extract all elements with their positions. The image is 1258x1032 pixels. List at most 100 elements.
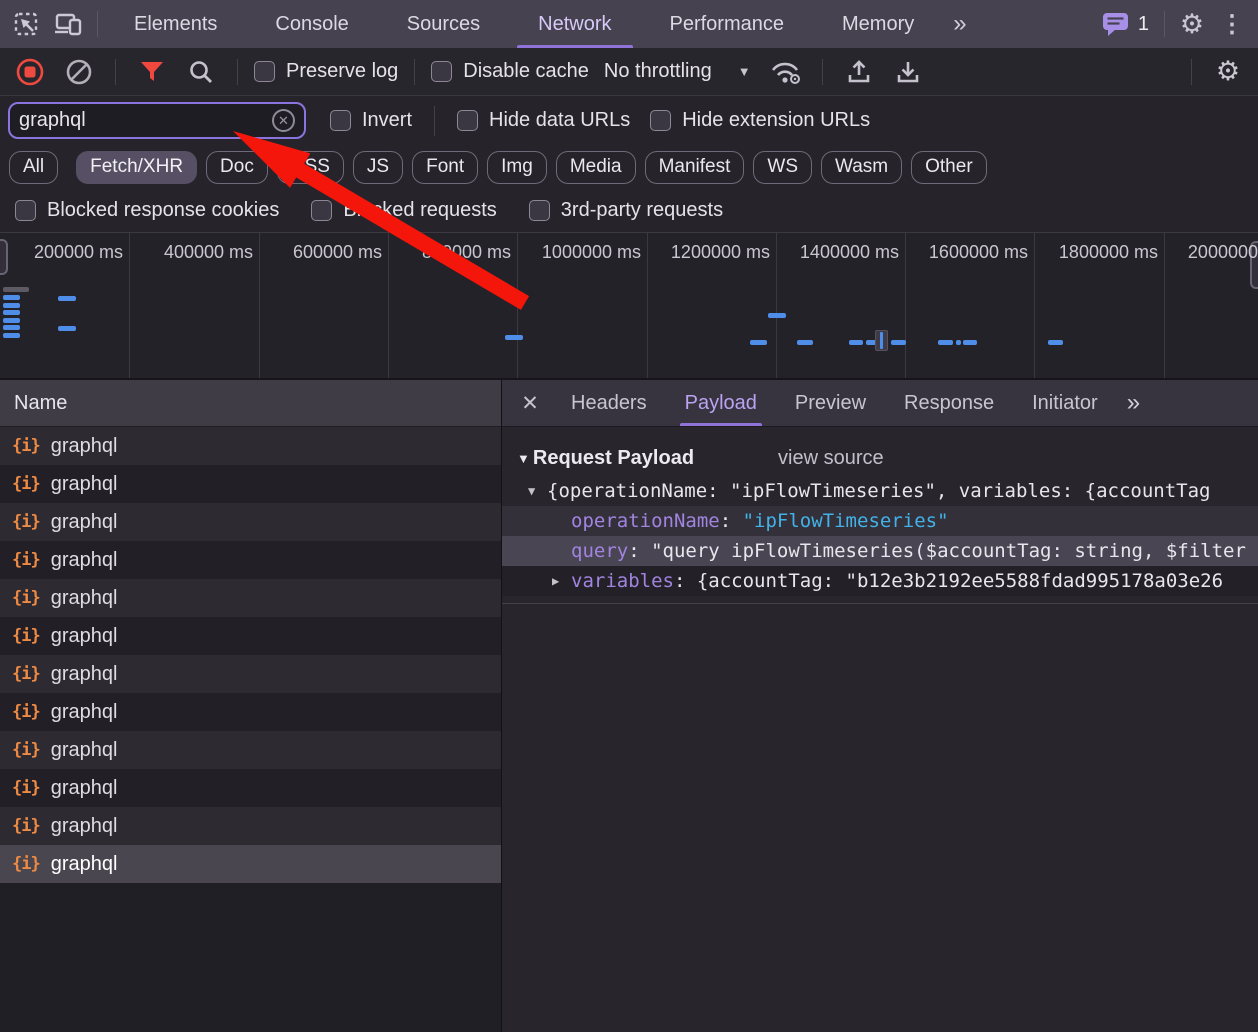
detail-tab-headers[interactable]: Headers <box>552 380 666 426</box>
request-payload-header[interactable]: ▼ Request Payload view source <box>502 440 1258 476</box>
filter-chip-media[interactable]: Media <box>556 151 636 184</box>
filter-chip-manifest[interactable]: Manifest <box>645 151 745 184</box>
tab-sources[interactable]: Sources <box>378 0 509 48</box>
checkbox[interactable] <box>457 110 478 131</box>
network-conditions-icon[interactable] <box>766 52 806 92</box>
view-source-link[interactable]: view source <box>778 447 884 470</box>
filter-funnel-icon[interactable] <box>132 52 172 92</box>
flag-label-blocked-requests: Blocked requests <box>343 199 496 222</box>
request-row[interactable]: {i}graphql <box>0 769 501 807</box>
filter-chip-all[interactable]: All <box>9 151 58 184</box>
request-name: graphql <box>51 701 118 724</box>
detail-tabs: ✕ HeadersPayloadPreviewResponseInitiator… <box>502 380 1258 427</box>
checkbox[interactable] <box>311 200 332 221</box>
payload-line[interactable]: ▶variables: {accountTag: "b12e3b2192ee55… <box>502 566 1258 596</box>
filter-chip-doc[interactable]: Doc <box>206 151 268 184</box>
request-row[interactable]: {i}graphql <box>0 731 501 769</box>
flag-third-party[interactable]: 3rd-party requests <box>529 199 723 222</box>
checkbox[interactable] <box>254 61 275 82</box>
checkbox[interactable] <box>529 200 550 221</box>
throttling-dropdown[interactable]: No throttling ▼ <box>598 60 757 83</box>
name-column-header[interactable]: Name <box>0 380 501 427</box>
request-row[interactable]: {i}graphql <box>0 427 501 465</box>
search-icon[interactable] <box>181 52 221 92</box>
request-row[interactable]: {i}graphql <box>0 541 501 579</box>
tab-memory[interactable]: Memory <box>813 0 943 48</box>
flag-blocked-requests[interactable]: Blocked requests <box>311 199 496 222</box>
detail-tab-preview[interactable]: Preview <box>776 380 885 426</box>
tab-network[interactable]: Network <box>509 0 640 48</box>
tab-console[interactable]: Console <box>246 0 377 48</box>
request-details-panel: ✕ HeadersPayloadPreviewResponseInitiator… <box>502 380 1258 1032</box>
filter-chip-js[interactable]: JS <box>353 151 403 184</box>
checkbox[interactable] <box>650 110 671 131</box>
preserve-log-checkbox[interactable]: Preserve log <box>254 60 398 83</box>
filter-chip-img[interactable]: Img <box>487 151 547 184</box>
filter-chip-font[interactable]: Font <box>412 151 478 184</box>
hide-extension-urls-checkbox[interactable]: Hide extension URLs <box>650 109 870 132</box>
name-column-label: Name <box>14 392 67 415</box>
disable-cache-checkbox[interactable]: Disable cache <box>431 60 589 83</box>
tab-performance[interactable]: Performance <box>641 0 814 48</box>
tree-triangle-icon[interactable]: ▼ <box>528 484 547 498</box>
payload-line[interactable]: query: "query ipFlowTimeseries($accountT… <box>502 536 1258 566</box>
request-row[interactable]: {i}graphql <box>0 465 501 503</box>
settings-gear-icon[interactable]: ⚙ <box>1172 4 1212 44</box>
filter-input[interactable] <box>19 109 272 132</box>
inspect-element-icon[interactable] <box>6 4 46 44</box>
request-name: graphql <box>51 853 118 876</box>
record-network-log-icon[interactable] <box>10 52 50 92</box>
fetch-xhr-icon: {i} <box>12 740 40 760</box>
checkbox[interactable] <box>330 110 351 131</box>
payload-token-plain: : <box>720 510 743 532</box>
divider <box>822 59 823 85</box>
invert-label: Invert <box>362 109 412 132</box>
kebab-menu-icon[interactable]: ⋮ <box>1212 4 1252 44</box>
timeline-request-bar <box>58 326 76 331</box>
invert-checkbox[interactable]: Invert <box>330 109 412 132</box>
throttling-value: No throttling <box>604 60 712 83</box>
close-details-icon[interactable]: ✕ <box>508 380 552 426</box>
payload-token-plain: {accountTag: "b12e3b2192ee5588fdad995178… <box>697 570 1223 592</box>
timeline-request-bar <box>1048 340 1063 345</box>
clear-network-log-icon[interactable] <box>59 52 99 92</box>
fetch-xhr-icon: {i} <box>12 550 40 570</box>
fetch-xhr-icon: {i} <box>12 664 40 684</box>
checkbox[interactable] <box>431 61 452 82</box>
hide-data-urls-checkbox[interactable]: Hide data URLs <box>457 109 630 132</box>
request-row[interactable]: {i}graphql <box>0 693 501 731</box>
export-har-icon[interactable] <box>888 52 928 92</box>
request-name: graphql <box>51 663 118 686</box>
filter-chip-other[interactable]: Other <box>911 151 987 184</box>
detail-tab-payload[interactable]: Payload <box>666 380 776 426</box>
filter-chip-ws[interactable]: WS <box>753 151 812 184</box>
request-row[interactable]: {i}graphql <box>0 617 501 655</box>
import-har-icon[interactable] <box>839 52 879 92</box>
clear-filter-icon[interactable]: ✕ <box>272 109 295 132</box>
filter-chip-wasm[interactable]: Wasm <box>821 151 902 184</box>
detail-tab-response[interactable]: Response <box>885 380 1013 426</box>
tab-elements[interactable]: Elements <box>105 0 246 48</box>
payload-line[interactable]: ▼{operationName: "ipFlowTimeseries", var… <box>502 476 1258 506</box>
more-detail-tabs-icon[interactable]: » <box>1117 380 1150 426</box>
request-row[interactable]: {i}graphql <box>0 807 501 845</box>
request-row[interactable]: {i} graphql <box>0 655 501 693</box>
flag-blocked-cookies[interactable]: Blocked response cookies <box>15 199 279 222</box>
network-overview-timeline[interactable]: 200000 ms400000 ms600000 ms800000 ms1000… <box>0 232 1258 380</box>
payload-token-plain: : <box>628 540 651 562</box>
checkbox[interactable] <box>15 200 36 221</box>
fetch-xhr-icon: {i} <box>12 474 40 494</box>
request-row[interactable]: {i}graphql <box>0 503 501 541</box>
request-row[interactable]: {i}graphql <box>0 579 501 617</box>
payload-token-str: "ipFlowTimeseries" <box>743 510 949 532</box>
detail-tab-initiator[interactable]: Initiator <box>1013 380 1117 426</box>
network-settings-gear-icon[interactable]: ⚙ <box>1208 52 1248 92</box>
payload-line[interactable]: operationName: "ipFlowTimeseries" <box>502 506 1258 536</box>
filter-chip-fetch-xhr[interactable]: Fetch/XHR <box>76 151 197 184</box>
filter-chip-css[interactable]: CSS <box>277 151 344 184</box>
tree-triangle-icon[interactable]: ▶ <box>552 574 571 588</box>
device-toolbar-icon[interactable] <box>48 4 88 44</box>
request-row[interactable]: {i}graphql <box>0 845 501 883</box>
more-tabs-icon[interactable]: » <box>943 0 976 48</box>
issues-counter[interactable]: 1 <box>1094 12 1157 37</box>
